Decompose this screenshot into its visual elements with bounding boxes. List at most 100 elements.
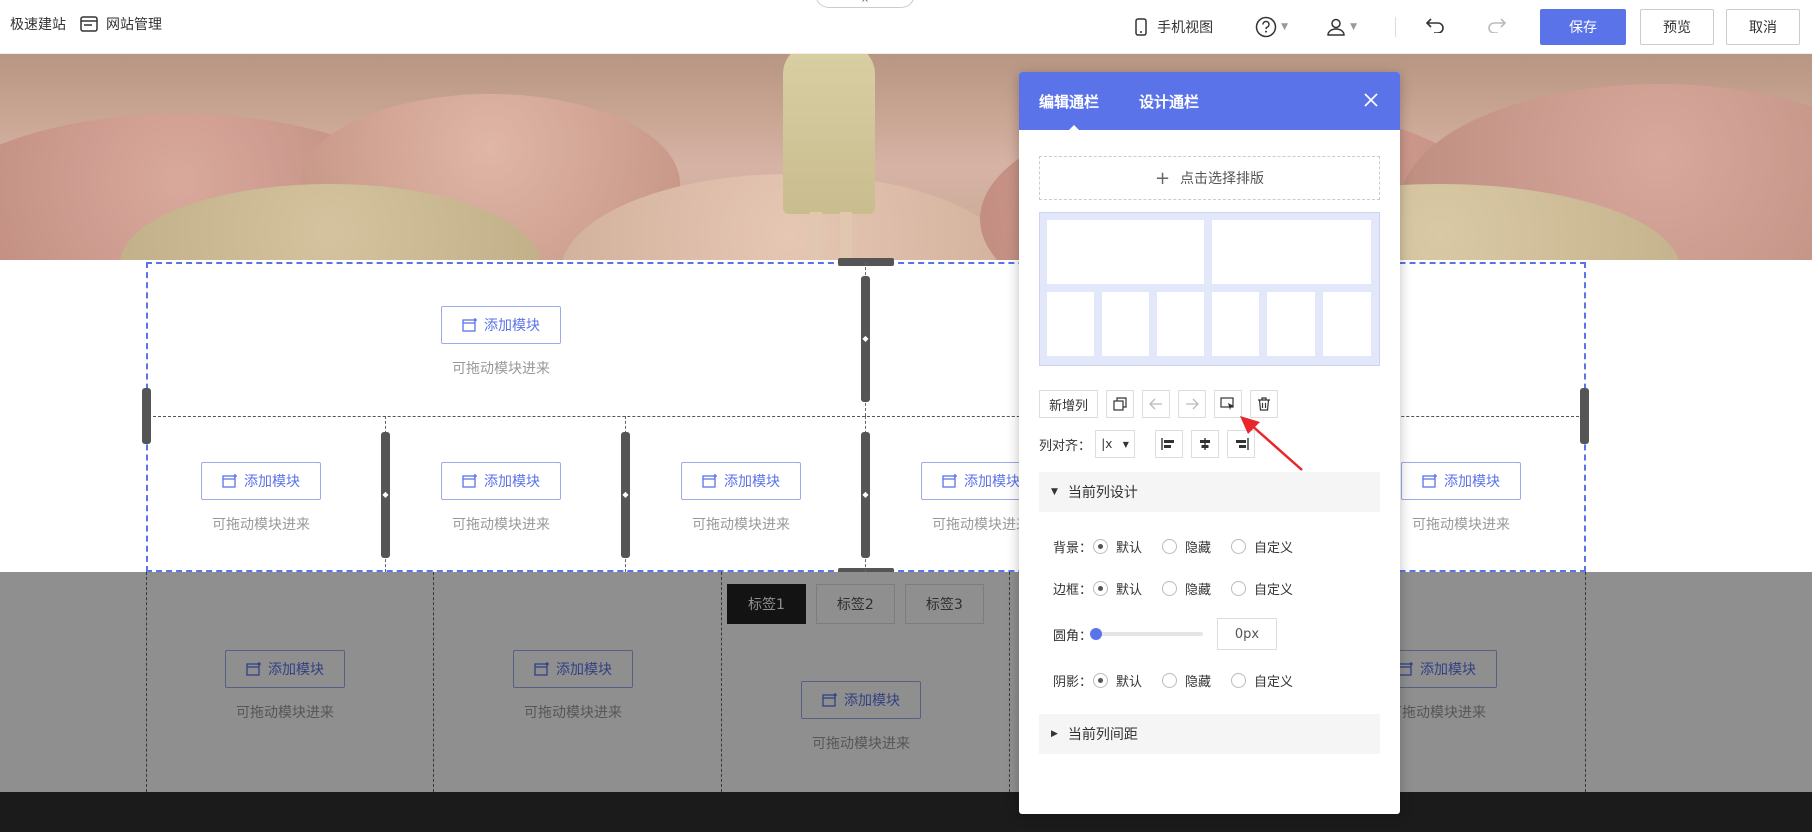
column-placeholder: 添加模块 可拖动模块进来 [681, 462, 801, 534]
layout-cell[interactable] [1047, 292, 1094, 356]
move-left-button[interactable] [1142, 390, 1171, 418]
background-default-radio[interactable]: 默认 [1093, 537, 1142, 556]
copy-icon [1113, 397, 1127, 411]
layout-cell[interactable] [1267, 292, 1315, 356]
add-module-label: 添加模块 [484, 318, 540, 334]
layout-cell[interactable] [1102, 292, 1149, 356]
radio-off-icon [1231, 538, 1247, 554]
toolbar-left: 极速建站 网站管理 [10, 14, 176, 34]
border-custom-radio[interactable]: 自定义 [1231, 579, 1293, 598]
layout-cell[interactable] [1212, 220, 1371, 284]
tab-edit-section[interactable]: 编辑通栏 [1039, 91, 1099, 132]
layout-cell[interactable] [1323, 292, 1371, 356]
radius-label: 圆角： [1053, 628, 1093, 644]
border-option-row: 边框： 默认 隐藏 自定义 [1039, 568, 1380, 608]
column-resize-handle[interactable]: ◆ [861, 276, 870, 402]
radio-on-icon [1093, 672, 1108, 688]
redo-button[interactable] [1486, 17, 1507, 37]
column-resize-handle[interactable]: ◆ [381, 432, 390, 558]
radio-off-icon [1231, 672, 1247, 688]
border-hidden-radio[interactable]: 隐藏 [1162, 579, 1211, 598]
current-column-spacing-label: 当前列间距 [1067, 727, 1138, 743]
add-module-button[interactable]: 添加模块 [441, 306, 561, 344]
preview-button[interactable]: 预览 [1640, 9, 1714, 45]
layout-cell[interactable] [1157, 292, 1204, 356]
column-resize-handle[interactable]: ◆ [621, 432, 630, 558]
cursor-select-icon [1220, 397, 1235, 410]
add-module-label: 添加模块 [1444, 474, 1500, 490]
add-module-button[interactable]: 添加模块 [1401, 462, 1521, 500]
add-module-label: 添加模块 [484, 474, 540, 490]
option-label: 默认 [1116, 674, 1143, 690]
site-label[interactable]: 极速建站 [10, 14, 66, 34]
add-window-icon [942, 474, 957, 488]
section-left-handle[interactable] [142, 388, 151, 444]
add-window-icon [462, 318, 477, 332]
layout-cell[interactable] [1047, 220, 1204, 284]
column-align-row: 列对齐： |x ▼ [1039, 430, 1380, 458]
radius-input[interactable]: 0px [1217, 618, 1277, 650]
radio-off-icon [1231, 580, 1247, 596]
radio-off-icon [1162, 672, 1178, 688]
top-toolbar: 极速建站 网站管理 × 手机视图 ▼ ▼ 保存 预览 取消 [0, 0, 1812, 54]
cancel-button[interactable]: 取消 [1726, 9, 1800, 45]
mobile-view-button[interactable]: 手机视图 [1135, 17, 1213, 37]
drag-tip: 可拖动模块进来 [212, 517, 310, 533]
column-resize-handle[interactable]: ◆ [861, 432, 870, 558]
slider-knob[interactable] [1090, 628, 1102, 640]
collapse-notch[interactable]: × [815, 0, 915, 8]
add-window-icon [1422, 474, 1437, 488]
current-column-spacing-header[interactable]: ▶ 当前列间距 [1039, 714, 1380, 754]
help-icon [1255, 16, 1277, 38]
radius-option-row: 圆角： 0px [1039, 610, 1380, 658]
add-column-button[interactable]: 新增列 [1039, 390, 1099, 418]
add-module-label: 添加模块 [964, 474, 1020, 490]
add-module-button[interactable]: 添加模块 [441, 462, 561, 500]
background-label: 背景： [1053, 540, 1093, 556]
add-window-icon [462, 474, 477, 488]
align-top-button[interactable] [1155, 430, 1184, 458]
section-resize-handle-top[interactable] [838, 258, 894, 266]
drag-tip: 可拖动模块进来 [452, 361, 550, 377]
border-default-radio[interactable]: 默认 [1093, 579, 1142, 598]
add-module-button[interactable]: 添加模块 [681, 462, 801, 500]
option-label: 隐藏 [1185, 540, 1212, 556]
section-right-handle[interactable] [1580, 388, 1589, 444]
radius-slider[interactable] [1090, 628, 1203, 640]
background-custom-radio[interactable]: 自定义 [1231, 537, 1293, 556]
align-middle-button[interactable] [1191, 430, 1220, 458]
close-panel-button[interactable] [1364, 92, 1378, 111]
tab-design-section[interactable]: 设计通栏 [1139, 91, 1199, 112]
layout-cell[interactable] [1212, 292, 1259, 356]
add-module-button[interactable]: 添加模块 [201, 462, 321, 500]
website-manage-link[interactable]: 网站管理 [80, 14, 162, 34]
background-hidden-radio[interactable]: 隐藏 [1162, 537, 1211, 556]
option-label: 自定义 [1254, 582, 1294, 598]
user-dropdown[interactable]: ▼ [1326, 17, 1357, 37]
person-figure [783, 54, 875, 214]
add-module-label: 添加模块 [244, 474, 300, 490]
chevron-down-icon: ▼ [1281, 22, 1289, 32]
dim-overlay [0, 572, 1812, 792]
shadow-hidden-radio[interactable]: 隐藏 [1162, 671, 1211, 690]
add-module-label: 添加模块 [724, 474, 780, 490]
column-align-label: 列对齐： [1039, 438, 1092, 454]
radio-on-icon [1093, 538, 1108, 554]
choose-layout-button[interactable]: + 点击选择排版 [1039, 156, 1380, 200]
column-align-select[interactable]: |x ▼ [1095, 430, 1136, 458]
panel-header: 编辑通栏 设计通栏 [1019, 72, 1400, 132]
option-label: 默认 [1116, 582, 1143, 598]
help-dropdown[interactable]: ▼ [1255, 16, 1288, 38]
move-right-button[interactable] [1178, 390, 1207, 418]
current-column-design-header[interactable]: ▼ 当前列设计 [1039, 472, 1380, 512]
shadow-custom-radio[interactable]: 自定义 [1231, 671, 1293, 690]
undo-button[interactable] [1425, 17, 1446, 37]
section-settings-panel: 编辑通栏 设计通栏 + 点击选择排版 新增列 列对齐： |x ▼ ▼ 当前列设计… [1019, 72, 1400, 814]
save-button[interactable]: 保存 [1540, 9, 1626, 45]
shadow-default-radio[interactable]: 默认 [1093, 671, 1142, 690]
add-window-icon [702, 474, 717, 488]
mobile-view-label: 手机视图 [1157, 20, 1214, 36]
copy-column-button[interactable] [1106, 390, 1135, 418]
radio-on-icon [1093, 580, 1108, 596]
column-placeholder: 添加模块 可拖动模块进来 [441, 462, 561, 534]
